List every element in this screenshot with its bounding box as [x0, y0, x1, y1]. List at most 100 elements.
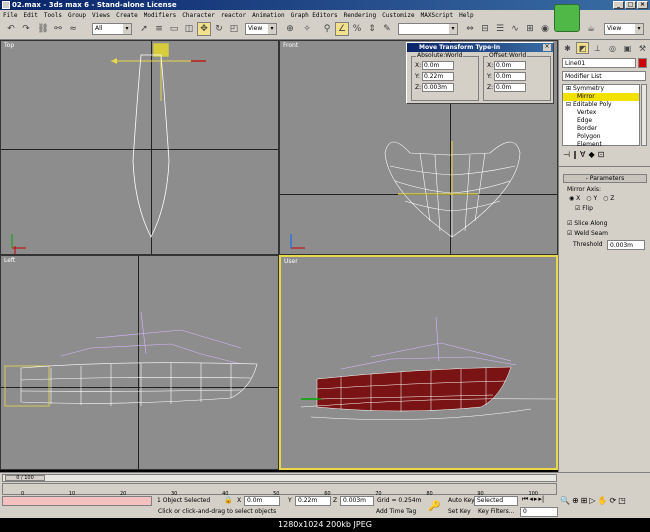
menu-help[interactable]: Help	[459, 12, 473, 19]
time-slider-thumb[interactable]: 0 / 100	[5, 475, 45, 481]
field-of-view-icon[interactable]: ▷	[589, 496, 595, 517]
remove-modifier-icon[interactable]: ◆	[588, 150, 594, 162]
snap-toggle-icon[interactable]: ⚲	[320, 22, 334, 36]
go-to-start-icon[interactable]: ⏮	[522, 495, 528, 506]
render-scene-icon[interactable]: ☕	[584, 22, 598, 36]
time-slider[interactable]: 0 / 100	[2, 474, 557, 482]
menu-tools[interactable]: Tools	[44, 12, 62, 19]
track-bar[interactable]: 0 10 20 30 40 50 60 70 80 90 100	[2, 483, 557, 497]
menu-animation[interactable]: Animation	[252, 12, 285, 19]
object-color-swatch[interactable]	[638, 58, 647, 68]
key-filters-button[interactable]: Key Filters...	[478, 507, 515, 517]
menu-graph-editors[interactable]: Graph Editors	[291, 12, 338, 19]
menu-character[interactable]: Character	[182, 12, 215, 19]
off-z-field[interactable]: 0.0m	[494, 83, 526, 92]
menu-maxscript[interactable]: MAXScript	[421, 12, 454, 19]
pan-icon[interactable]: ✋	[598, 496, 608, 517]
zoom-all-icon[interactable]: ⊕	[572, 496, 579, 517]
viewport-top[interactable]: Top	[0, 40, 279, 255]
parameters-rollout-header[interactable]: - Parameters	[563, 174, 647, 183]
named-selection-icon[interactable]: ✎	[380, 22, 394, 36]
dialog-title[interactable]: Move Transform Type-In	[407, 43, 553, 52]
abs-z-field[interactable]: 0.003m	[422, 83, 454, 92]
undo-icon[interactable]: ↶	[4, 22, 18, 36]
abs-y-field[interactable]: 0.22m	[422, 72, 454, 81]
stack-item-element[interactable]: Element	[563, 141, 639, 149]
material-editor-icon[interactable]: ◉	[538, 22, 552, 36]
menu-edit[interactable]: Edit	[23, 12, 37, 19]
percent-snap-icon[interactable]: %	[350, 22, 364, 36]
arc-rotate-icon[interactable]: ⟳	[610, 496, 617, 517]
off-x-field[interactable]: 0.0m	[494, 61, 526, 70]
pin-stack-icon[interactable]: ⊣	[563, 150, 570, 162]
hierarchy-tab-icon[interactable]: ⊥	[591, 42, 604, 54]
redo-icon[interactable]: ↷	[19, 22, 33, 36]
scale-icon[interactable]: ◰	[227, 22, 241, 36]
stack-item-mirror[interactable]: Mirror	[563, 93, 639, 101]
modify-tab-icon[interactable]: ◩	[576, 42, 589, 54]
selection-filter-dropdown[interactable]: All	[92, 23, 132, 35]
previous-frame-icon[interactable]: ◂	[529, 495, 533, 506]
show-end-result-icon[interactable]: ‖	[573, 150, 577, 162]
mirror-icon[interactable]: ⇔	[463, 22, 477, 36]
auto-key-button[interactable]: Auto Key	[448, 496, 475, 506]
flip-checkbox[interactable]: ☑ Flip	[575, 205, 593, 212]
select-object-icon[interactable]: ➚	[137, 22, 151, 36]
select-by-name-icon[interactable]: ≡	[152, 22, 166, 36]
current-frame-field[interactable]: 0	[520, 507, 558, 517]
menu-create[interactable]: Create	[116, 12, 138, 19]
motion-tab-icon[interactable]: ◎	[606, 42, 619, 54]
unlink-icon[interactable]: ⚯	[51, 22, 65, 36]
menu-group[interactable]: Group	[68, 12, 86, 19]
pivot-center-icon[interactable]: ⊕	[283, 22, 297, 36]
z-coordinate-field[interactable]: 0.003m	[340, 496, 374, 506]
move-transform-type-in-dialog[interactable]: Move Transform Type-In × Absolute:World …	[406, 42, 554, 104]
off-y-field[interactable]: 0.0m	[494, 72, 526, 81]
window-crossing-icon[interactable]: ◫	[182, 22, 196, 36]
lock-selection-icon[interactable]: 🔒	[224, 496, 233, 504]
y-coordinate-field[interactable]: 0.22m	[295, 496, 331, 506]
next-frame-icon[interactable]: ▸|	[538, 495, 544, 506]
axis-y-radio[interactable]: ○ Y	[586, 195, 597, 202]
menu-views[interactable]: Views	[92, 12, 110, 19]
align-icon[interactable]: ⊟	[478, 22, 492, 36]
stack-item-editable-poly[interactable]: ⊟ Editable Poly	[563, 101, 639, 109]
dialog-close-icon[interactable]: ×	[543, 44, 551, 51]
angle-snap-icon[interactable]: ∠	[335, 22, 349, 36]
menu-file[interactable]: File	[3, 12, 17, 19]
stack-scrollbar[interactable]	[641, 84, 647, 146]
reference-coordinate-dropdown[interactable]: View	[245, 23, 277, 35]
configure-sets-icon[interactable]: ⊡	[598, 150, 605, 162]
stack-item-polygon[interactable]: Polygon	[563, 133, 639, 141]
add-time-tag-button[interactable]: Add Time Tag	[376, 507, 416, 517]
spinner-snap-icon[interactable]: ⇕	[365, 22, 379, 36]
slice-along-checkbox[interactable]: ☑ Slice Along	[567, 220, 607, 227]
link-icon[interactable]: ⛓	[36, 22, 50, 36]
play-icon[interactable]: ▸	[534, 495, 538, 506]
key-mode-dropdown[interactable]: Selected	[474, 496, 518, 506]
zoom-extents-icon[interactable]: ⊞	[581, 496, 588, 517]
weld-seam-checkbox[interactable]: ☑ Weld Seam	[567, 230, 608, 237]
abs-x-field[interactable]: 0.0m	[422, 61, 454, 70]
set-key-button[interactable]: Set Key	[448, 507, 471, 517]
maximize-viewport-icon[interactable]: ◳	[618, 496, 626, 517]
named-selection-sets-dropdown[interactable]	[398, 23, 458, 35]
menu-rendering[interactable]: Rendering	[344, 12, 377, 19]
stack-item-symmetry[interactable]: ⊞ Symmetry	[563, 85, 639, 93]
select-manipulate-icon[interactable]: ✧	[300, 22, 314, 36]
modifier-list-dropdown[interactable]: Modifier List	[562, 71, 646, 81]
maxscript-listener[interactable]	[2, 496, 152, 506]
threshold-field[interactable]: 0.003m	[607, 240, 645, 250]
stack-item-edge[interactable]: Edge	[563, 117, 639, 125]
rectangular-selection-icon[interactable]: ▭	[167, 22, 181, 36]
menu-modifiers[interactable]: Modifiers	[144, 12, 177, 19]
viewport-left[interactable]: Left	[0, 255, 279, 470]
schematic-view-icon[interactable]: ⊞	[523, 22, 537, 36]
layer-manager-icon[interactable]: ☰	[493, 22, 507, 36]
render-type-dropdown[interactable]: View	[604, 23, 644, 35]
display-tab-icon[interactable]: ▣	[621, 42, 634, 54]
axis-x-radio[interactable]: ◉ X	[569, 195, 580, 202]
stack-item-border[interactable]: Border	[563, 125, 639, 133]
bind-space-warp-icon[interactable]: ≈	[66, 22, 80, 36]
stack-item-vertex[interactable]: Vertex	[563, 109, 639, 117]
